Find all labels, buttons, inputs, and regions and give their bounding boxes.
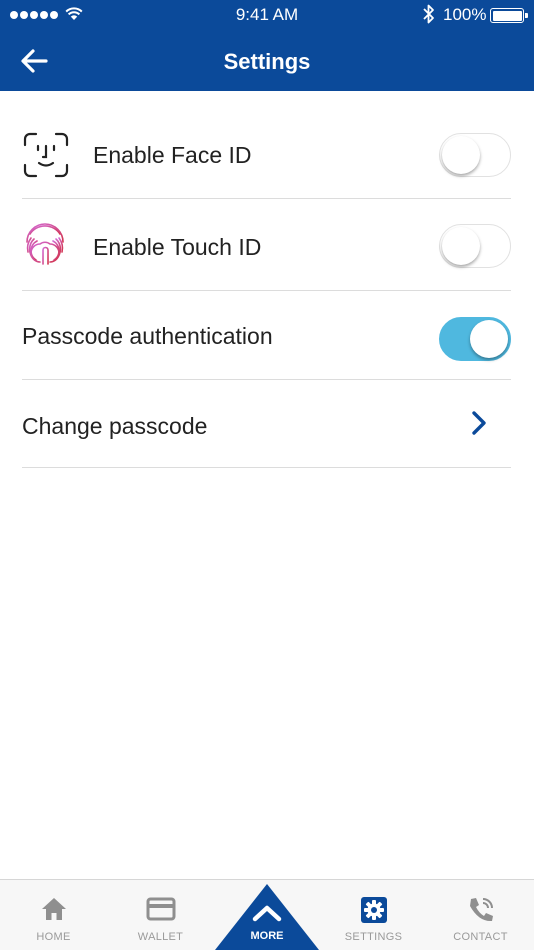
page-title: Settings bbox=[223, 49, 311, 74]
face-id-label: Enable Face ID bbox=[93, 142, 252, 168]
tab-home-label: HOME bbox=[36, 931, 71, 943]
fingerprint-icon bbox=[26, 223, 64, 265]
tab-settings-label: SETTINGS bbox=[344, 931, 403, 943]
tab-home[interactable]: HOME bbox=[0, 880, 107, 950]
tab-settings[interactable]: SETTINGS bbox=[320, 880, 427, 950]
touch-id-row: Enable Touch ID bbox=[22, 199, 511, 291]
touch-id-label: Enable Touch ID bbox=[93, 234, 262, 260]
gear-icon bbox=[360, 897, 387, 923]
app-header: 9:41 AM 100% Settings bbox=[0, 0, 534, 91]
home-icon bbox=[41, 898, 66, 920]
change-passcode-row[interactable]: Change passcode bbox=[22, 380, 511, 468]
bluetooth-icon bbox=[423, 4, 434, 24]
tab-contact-label: CONTACT bbox=[453, 931, 508, 943]
passcode-authentication-toggle[interactable] bbox=[439, 317, 511, 361]
passcode-authentication-label: Passcode authentication bbox=[22, 323, 273, 349]
tab-contact[interactable]: CONTACT bbox=[427, 880, 534, 950]
wallet-icon bbox=[146, 897, 175, 921]
touch-id-toggle[interactable] bbox=[439, 224, 511, 268]
tab-more-label: MORE bbox=[250, 930, 284, 942]
battery-percentage: 100% bbox=[443, 5, 487, 24]
battery-icon bbox=[490, 8, 528, 23]
tab-wallet-label: WALLET bbox=[137, 931, 184, 943]
tab-wallet[interactable]: WALLET bbox=[107, 880, 214, 950]
passcode-authentication-row: Passcode authentication bbox=[22, 291, 511, 380]
change-passcode-label: Change passcode bbox=[22, 413, 208, 439]
face-id-row: Enable Face ID bbox=[22, 110, 511, 199]
chevron-right-icon[interactable] bbox=[471, 410, 487, 436]
phone-icon bbox=[469, 898, 493, 922]
face-id-icon bbox=[23, 132, 69, 178]
status-bar: 9:41 AM 100% bbox=[0, 0, 534, 30]
face-id-toggle[interactable] bbox=[439, 133, 511, 177]
